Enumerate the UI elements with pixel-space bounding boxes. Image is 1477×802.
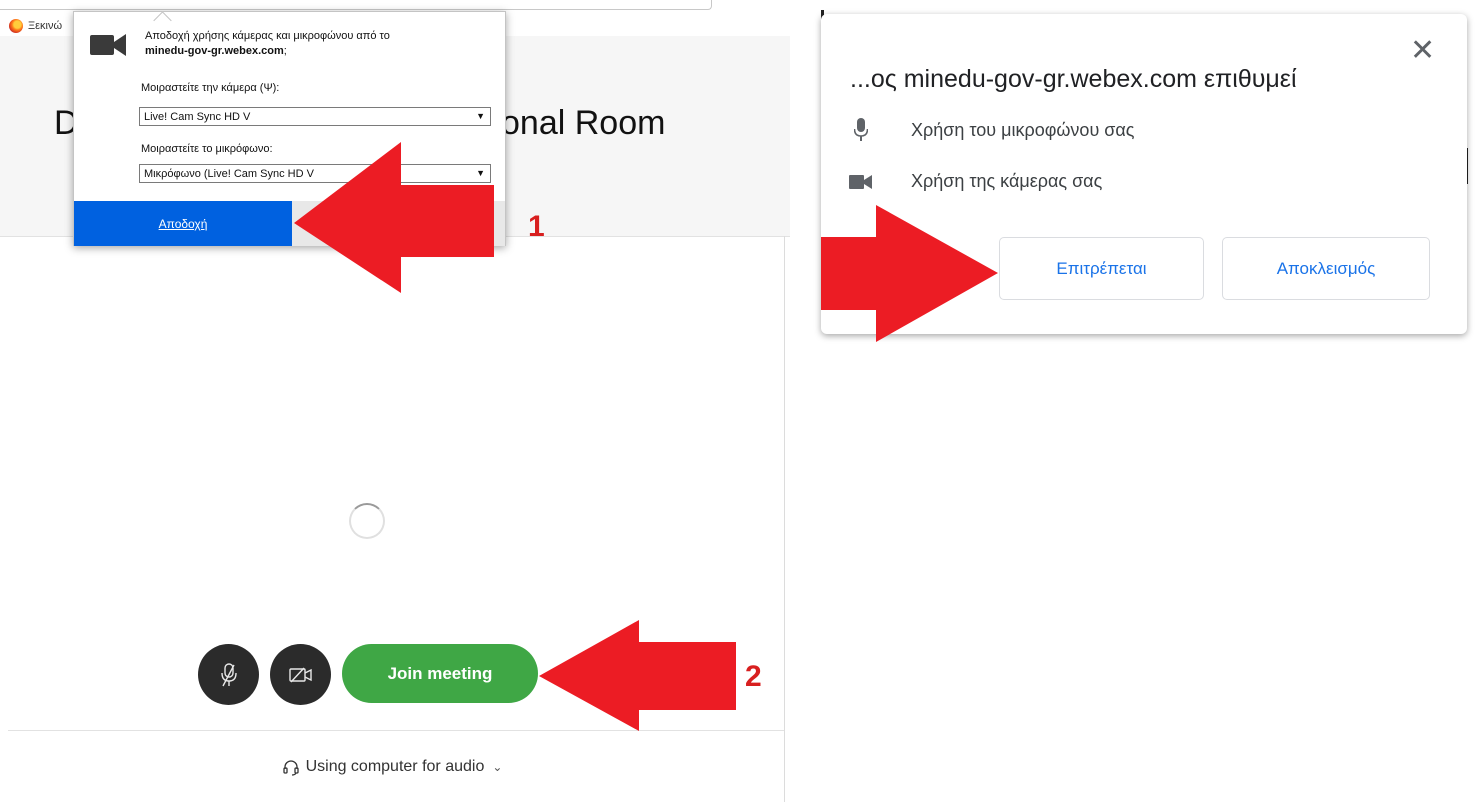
camera-select-value: Live! Cam Sync HD V: [144, 110, 251, 123]
camera-select-label: Μοιραστείτε την κάμερα (Ψ):: [141, 82, 280, 94]
block-button[interactable]: Αποκλεισμός: [1222, 237, 1430, 300]
step-number-2: 2: [745, 660, 762, 693]
annotation-arrow-2: [539, 620, 736, 731]
permission-domain-line: minedu-gov-gr.webex.com;: [145, 45, 287, 57]
microphone-icon: [821, 118, 901, 142]
bookmark-label: Ξεκινώ: [28, 20, 63, 32]
room-title-end: onal Room: [501, 104, 666, 142]
audio-label: Using computer for audio: [305, 758, 485, 775]
page-divider: [784, 236, 785, 802]
microphone-muted-icon: [220, 662, 237, 686]
audio-selector[interactable]: Using computer for audio ⌄: [0, 758, 784, 776]
accept-button[interactable]: Αποδοχή: [74, 201, 292, 246]
mic-permission-text: Χρήση του μικροφώνου σας: [911, 119, 1135, 140]
annotation-arrow-3: [821, 205, 998, 342]
mute-button[interactable]: [198, 644, 259, 705]
camera-permission-text: Χρήση της κάμερας σας: [911, 171, 1103, 191]
webex-join-page: Ξεκινώ D onal Room Join meeting Using co…: [0, 0, 790, 802]
stop-video-button[interactable]: [270, 644, 331, 705]
camera-permission-row: Χρήση της κάμερας σας: [821, 171, 1102, 192]
dropdown-arrow-icon: ▼: [476, 111, 485, 121]
close-icon[interactable]: ✕: [1410, 36, 1435, 66]
mic-select-value-start: Μικρόφωνο (Live! Cam Sync HD V: [144, 167, 314, 180]
video-off-icon: [288, 667, 312, 682]
step-number-1: 1: [528, 210, 545, 243]
permission-domain: minedu-gov-gr.webex.com: [145, 45, 284, 57]
video-camera-icon: [821, 174, 901, 190]
bookmark-item[interactable]: Ξεκινώ: [9, 19, 62, 33]
join-meeting-button[interactable]: Join meeting: [342, 644, 538, 703]
mic-select-label: Μοιραστείτε το μικρόφωνο:: [141, 143, 273, 155]
firefox-icon: [9, 19, 23, 33]
firefox-url-bar[interactable]: [0, 0, 712, 10]
headset-icon: [282, 760, 299, 776]
prompt-title: ...ος minedu-gov-gr.webex.com επιθυμεί: [850, 65, 1297, 93]
permission-question-tail: ;: [283, 45, 287, 57]
mic-permission-row: Χρήση του μικροφώνου σας: [821, 118, 1134, 142]
allow-button[interactable]: Επιτρέπεται: [999, 237, 1204, 300]
camera-icon: [90, 34, 126, 56]
annotation-arrow-1: [294, 142, 494, 293]
camera-select[interactable]: Live! Cam Sync HD V ▼: [139, 107, 491, 126]
chevron-down-icon: ⌄: [492, 760, 503, 774]
loading-spinner-icon: [349, 503, 385, 539]
permission-question: Αποδοχή χρήσης κάμερας και μικροφώνου απ…: [145, 30, 390, 42]
popup-arrow: [153, 11, 172, 30]
